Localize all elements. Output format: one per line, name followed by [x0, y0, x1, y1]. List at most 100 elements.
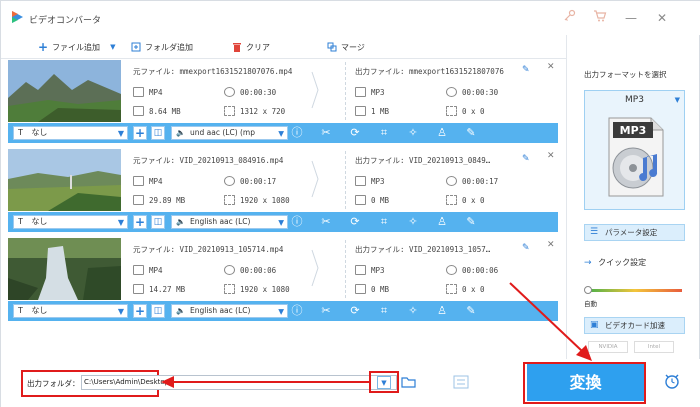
app-logo-icon	[12, 11, 23, 23]
source-size: 14.27 MB	[149, 285, 186, 294]
edit-pen-icon[interactable]: ✎	[464, 215, 478, 229]
output-resolution: 0 x 0	[462, 107, 485, 116]
subtitle-select[interactable]: T なし ▼	[13, 126, 128, 140]
chevron-down-icon: ▼	[117, 218, 124, 227]
output-filename: 出力ファイル: VID_20210913_0849…	[355, 156, 491, 165]
split-button[interactable]: ◫	[151, 304, 165, 318]
output-duration: 00:00:17	[462, 177, 499, 186]
cut-icon[interactable]: ✂	[319, 304, 333, 318]
minimize-icon[interactable]: —	[621, 9, 641, 27]
watermark-icon[interactable]: ♙	[435, 126, 449, 140]
subtitle-select[interactable]: T なし ▼	[13, 304, 128, 318]
rotate-icon[interactable]: ⟳	[348, 126, 362, 140]
format-selector[interactable]: MP3 ▼ MP3	[584, 90, 685, 210]
parameter-settings-button[interactable]: ☰ パラメータ設定	[584, 224, 685, 241]
open-folder-icon[interactable]	[401, 375, 417, 389]
edit-pen-icon[interactable]: ✎	[464, 126, 478, 140]
folder-icon	[133, 195, 144, 205]
edit-icon[interactable]: ✎	[522, 244, 531, 253]
speaker-icon: 🔈	[176, 306, 186, 315]
info-icon[interactable]: ⓘ	[290, 126, 304, 140]
remove-file-icon[interactable]: ✕	[547, 240, 555, 250]
rotate-icon[interactable]: ⟳	[348, 215, 362, 229]
source-size: 29.89 MB	[149, 196, 186, 205]
bottom-bar: 出力フォルダ： C:\Users\Admin\Desktop ▼ 変換	[1, 359, 700, 407]
clock-icon	[446, 265, 457, 275]
audio-track-select[interactable]: 🔈 und aac (LC) (mp ▼	[171, 126, 288, 140]
watermark-icon[interactable]: ♙	[435, 304, 449, 318]
key-icon[interactable]	[559, 9, 579, 27]
toolbar-divider	[1, 58, 566, 59]
info-icon[interactable]: ⓘ	[290, 304, 304, 318]
quality-slider[interactable]	[588, 289, 682, 292]
crop-icon[interactable]: ⌗	[377, 126, 391, 140]
subtitle-select[interactable]: T なし ▼	[13, 215, 128, 229]
folder-icon	[133, 284, 144, 294]
chevron-down-icon[interactable]: ▼	[110, 43, 115, 51]
gpu-acceleration-label: ビデオカード加速	[605, 321, 665, 330]
video-thumbnail[interactable]	[8, 60, 121, 122]
crop-icon[interactable]: ⌗	[377, 215, 391, 229]
merge-button[interactable]: マージ	[327, 40, 365, 54]
file-row[interactable]: 元ファイル: VID_20210913_084916.mp4 MP4 00:00…	[8, 149, 558, 238]
add-file-button[interactable]: + ファイル追加 ▼	[38, 40, 115, 54]
output-format: MP3	[371, 177, 385, 186]
format-icon	[133, 265, 144, 275]
effects-icon[interactable]: ✧	[406, 126, 420, 140]
add-folder-button[interactable]: フォルダ追加	[131, 40, 193, 54]
audio-track-select[interactable]: 🔈 English aac (LC) ▼	[171, 304, 288, 318]
chevron-down-icon: ▼	[278, 218, 284, 227]
format-icon	[355, 265, 366, 275]
output-size: 0 MB	[371, 285, 390, 294]
annotation-arrow-down	[509, 282, 592, 361]
rotate-icon[interactable]: ⟳	[348, 304, 362, 318]
video-thumbnail[interactable]	[8, 149, 121, 211]
remove-file-icon[interactable]: ✕	[547, 151, 555, 161]
folder-icon	[355, 195, 366, 205]
info-icon[interactable]: ⓘ	[290, 215, 304, 229]
add-subtitle-button[interactable]: +	[133, 304, 147, 318]
resolution-icon	[446, 195, 457, 205]
cut-icon[interactable]: ✂	[319, 215, 333, 229]
output-format: MP3	[371, 266, 385, 275]
convert-button[interactable]: 変換	[527, 364, 644, 401]
edit-pen-icon[interactable]: ✎	[464, 304, 478, 318]
cut-icon[interactable]: ✂	[319, 126, 333, 140]
title-bar: ビデオコンバータ — ✕	[1, 1, 700, 35]
audio-track-select[interactable]: 🔈 English aac (LC) ▼	[171, 215, 288, 229]
watermark-icon[interactable]: ♙	[435, 215, 449, 229]
output-filename: 出力ファイル: mmexport1631521807076	[355, 67, 504, 76]
gpu-acceleration-button[interactable]: ▣ ビデオカード加速	[584, 317, 685, 334]
task-list-icon[interactable]	[453, 375, 469, 389]
trash-icon	[233, 43, 241, 52]
edit-icon[interactable]: ✎	[522, 66, 531, 75]
chevron-down-icon[interactable]: ▼	[675, 96, 680, 104]
crop-icon[interactable]: ⌗	[377, 304, 391, 318]
video-thumbnail[interactable]	[8, 238, 121, 300]
quick-settings-label: クイック設定	[598, 258, 647, 267]
clear-label: クリア	[246, 42, 270, 52]
source-duration: 00:00:06	[240, 266, 277, 275]
cart-icon[interactable]	[590, 9, 610, 27]
remove-file-icon[interactable]: ✕	[547, 62, 555, 72]
source-format: MP4	[149, 266, 163, 275]
add-subtitle-button[interactable]: +	[133, 126, 147, 140]
edit-icon[interactable]: ✎	[522, 155, 531, 164]
format-name: MP3	[625, 95, 644, 105]
clear-button[interactable]: クリア	[232, 40, 270, 54]
subtitle-icon: T	[18, 217, 23, 226]
effects-icon[interactable]: ✧	[406, 304, 420, 318]
path-dropdown-button[interactable]: ▼	[377, 376, 391, 389]
effects-icon[interactable]: ✧	[406, 215, 420, 229]
add-subtitle-button[interactable]: +	[133, 215, 147, 229]
alarm-clock-icon[interactable]	[663, 372, 681, 390]
split-button[interactable]: ◫	[151, 126, 165, 140]
output-folder-label: 出力フォルダ：	[27, 379, 80, 388]
subtitle-icon: T	[18, 128, 23, 137]
resolution-icon	[224, 106, 235, 116]
output-duration: 00:00:30	[462, 88, 499, 97]
split-button[interactable]: ◫	[151, 215, 165, 229]
close-icon[interactable]: ✕	[652, 9, 672, 27]
file-row[interactable]: 元ファイル: mmexport1631521807076.mp4 MP4 00:…	[8, 60, 558, 149]
file-row[interactable]: 元ファイル: VID_20210913_105714.mp4 MP4 00:00…	[8, 238, 558, 327]
